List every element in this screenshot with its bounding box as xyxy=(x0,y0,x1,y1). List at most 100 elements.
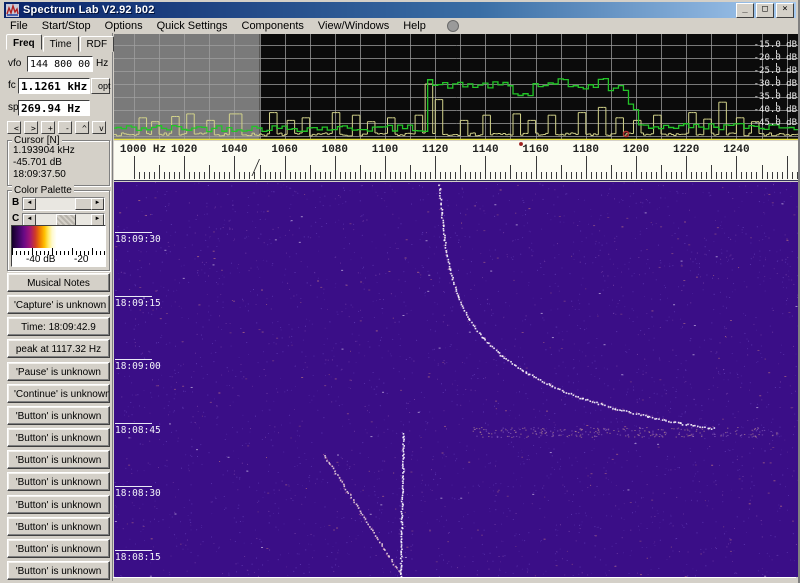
menu-quick-settings[interactable]: Quick Settings xyxy=(150,20,235,32)
menu-help[interactable]: Help xyxy=(396,20,433,32)
vfo-label: vfo xyxy=(8,58,21,69)
time-text: 18:09:00 xyxy=(115,361,161,372)
waterfall-time-label: 18:09:00 xyxy=(115,359,161,372)
button-unknown-6[interactable]: 'Button' is unknown xyxy=(7,517,110,536)
scroll-right-icon[interactable]: ► xyxy=(91,198,104,210)
status-led-icon xyxy=(447,20,459,32)
menu-components[interactable]: Components xyxy=(235,20,311,32)
button-unknown-2[interactable]: 'Button' is unknown xyxy=(7,428,110,447)
db-tick-label: -15.0 dB xyxy=(739,40,797,50)
db-tick-label: -25.0 dB xyxy=(739,66,797,76)
button-unknown-7[interactable]: 'Button' is unknown xyxy=(7,539,110,558)
waterfall-canvas[interactable] xyxy=(114,182,799,577)
db-tick-label: -40.0 dB xyxy=(739,105,797,115)
left-panel: FreqTimeRDF vfo Hz fc opt sp <>+-^v Curs… xyxy=(4,33,113,581)
button-unknown-4[interactable]: 'Button' is unknown xyxy=(7,472,110,491)
musical-notes-button[interactable]: Musical Notes xyxy=(7,273,110,292)
brightness-label: B xyxy=(12,197,19,208)
menu-bar: FileStart/StopOptionsQuick SettingsCompo… xyxy=(4,19,796,33)
cursor-panel-title: Cursor [N] xyxy=(12,135,62,146)
title-bar[interactable]: Spectrum Lab V2.92 b02 _ □ × xyxy=(4,2,796,18)
app-window: Spectrum Lab V2.92 b02 _ □ × FileStart/S… xyxy=(0,0,800,583)
cursor-panel: Cursor [N] 1.193904 kHz -45.701 dB 18:09… xyxy=(7,140,110,186)
menu-start-stop[interactable]: Start/Stop xyxy=(35,20,98,32)
time-text: 18:08:15 xyxy=(115,552,161,563)
tune-left-button[interactable]: < xyxy=(7,121,21,134)
sp-label: sp xyxy=(8,102,19,113)
vfo-input[interactable] xyxy=(27,56,93,72)
db-tick-label: -35.0 dB xyxy=(739,92,797,102)
tune-minus-button[interactable]: - xyxy=(58,121,72,134)
app-icon xyxy=(6,4,19,17)
time-tick-icon xyxy=(115,423,152,424)
freq-tick-label: 1200 xyxy=(623,144,649,156)
sp-row: sp xyxy=(4,99,112,117)
tab-time[interactable]: Time xyxy=(43,36,79,52)
waterfall-time-label: 18:08:45 xyxy=(115,423,161,436)
minimize-button[interactable]: _ xyxy=(736,3,754,18)
peak-at-1117-32-hz-button[interactable]: peak at 1117.32 Hz xyxy=(7,339,110,358)
freq-tick-label: 1040 xyxy=(221,144,247,156)
db-tick-label: -30.0 dB xyxy=(739,79,797,89)
cursor-level: -45.701 dB xyxy=(13,157,109,168)
freq-tick-label: 1120 xyxy=(422,144,448,156)
capture-is-unknown-button[interactable]: 'Capture' is unknown xyxy=(7,295,110,314)
fc-input[interactable] xyxy=(18,78,90,94)
tab-strip: FreqTimeRDF xyxy=(6,34,115,50)
menu-view-windows[interactable]: View/Windows xyxy=(311,20,396,32)
time-tick-icon xyxy=(115,232,152,233)
scroll-left-icon[interactable]: ◄ xyxy=(23,198,36,210)
time-tick-icon xyxy=(115,296,152,297)
vfo-row: vfo Hz xyxy=(4,55,112,73)
window-title: Spectrum Lab V2.92 b02 xyxy=(23,4,736,16)
freq-tick-label: 1080 xyxy=(322,144,348,156)
freq-tick-label: 1160 xyxy=(522,144,548,156)
button-unknown-5[interactable]: 'Button' is unknown xyxy=(7,495,110,514)
tune-down-button[interactable]: v xyxy=(92,121,106,134)
brightness-scrollbar[interactable]: ◄ ► xyxy=(22,197,105,211)
time-text: 18:08:30 xyxy=(115,488,161,499)
tab-freq[interactable]: Freq xyxy=(6,34,42,50)
button-unknown-3[interactable]: 'Button' is unknown xyxy=(7,450,110,469)
fc-label: fc xyxy=(8,80,16,91)
color-palette-title: Color Palette xyxy=(12,185,74,196)
continue-is-unknown-button[interactable]: 'Continue' is unknown xyxy=(7,384,110,403)
button-unknown-8[interactable]: 'Button' is unknown xyxy=(7,561,110,580)
pause-is-unknown-button[interactable]: 'Pause' is unknown xyxy=(7,362,110,381)
tab-rdf[interactable]: RDF xyxy=(80,36,115,52)
menu-options[interactable]: Options xyxy=(98,20,150,32)
contrast-label: C xyxy=(12,213,19,224)
sp-input[interactable] xyxy=(18,100,90,116)
spectrum-plot-canvas[interactable] xyxy=(114,34,799,140)
freq-tick-label: 1060 xyxy=(271,144,297,156)
freq-tick-label: 1140 xyxy=(472,144,498,156)
time-text: 18:09:30 xyxy=(115,234,161,245)
tune-right-button[interactable]: > xyxy=(24,121,38,134)
time-tick-icon xyxy=(115,359,152,360)
waterfall-time-label: 18:08:15 xyxy=(115,550,161,563)
time-tick-icon xyxy=(115,550,152,551)
time-18-09-42-9-button[interactable]: Time: 18:09:42.9 xyxy=(7,317,110,336)
maximize-button[interactable]: □ xyxy=(756,3,774,18)
palette-gradient xyxy=(12,226,105,248)
freq-tick-label: 1220 xyxy=(673,144,699,156)
cursor-time: 18:09:37.50 xyxy=(13,169,109,180)
color-palette-panel: Color Palette B ◄ ► C ◄ ► xyxy=(7,190,110,271)
menu-file[interactable]: File xyxy=(4,20,35,32)
fc-opt-button[interactable]: opt xyxy=(91,78,110,94)
waterfall-time-label: 18:08:30 xyxy=(115,486,161,499)
db-tick-label: -45.0 dB xyxy=(739,118,797,128)
freq-tick-label: 1100 xyxy=(372,144,398,156)
tune-up-button[interactable]: ^ xyxy=(75,121,89,134)
button-unknown-1[interactable]: 'Button' is unknown xyxy=(7,406,110,425)
db-tick-label: -20.0 dB xyxy=(739,53,797,63)
time-tick-icon xyxy=(115,486,152,487)
tune-plus-button[interactable]: + xyxy=(41,121,55,134)
bottom-window-edge xyxy=(113,577,796,582)
tuning-buttons: <>+-^v xyxy=(4,121,112,134)
cursor-frequency: 1.193904 kHz xyxy=(13,145,109,156)
brightness-row: B ◄ ► xyxy=(10,197,107,210)
fc-row: fc opt xyxy=(4,77,112,95)
close-button[interactable]: × xyxy=(776,3,794,18)
waterfall-time-label: 18:09:30 xyxy=(115,232,161,245)
